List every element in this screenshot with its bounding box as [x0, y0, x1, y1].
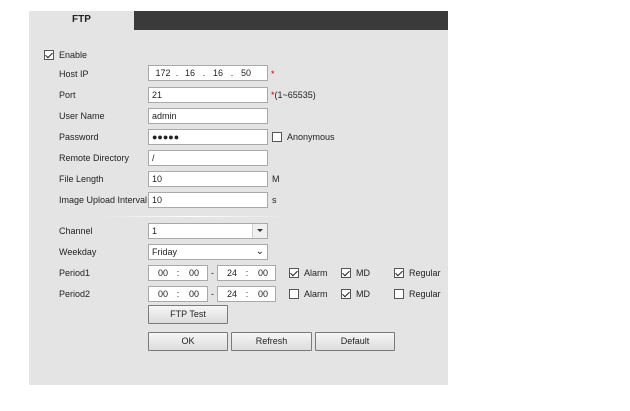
- period1-end-time[interactable]: 24 : 00: [217, 265, 276, 281]
- ftp-test-button[interactable]: FTP Test: [148, 305, 228, 324]
- period2-end-hour[interactable]: 24: [223, 287, 241, 301]
- image-upload-interval-input[interactable]: 10: [148, 192, 268, 208]
- period2-regular-label: Regular: [409, 289, 441, 299]
- channel-label: Channel: [59, 226, 93, 236]
- host-ip-label: Host IP: [59, 69, 89, 79]
- time-colon: :: [245, 268, 249, 278]
- host-ip-required-mark: *: [271, 69, 275, 79]
- anonymous-label: Anonymous: [287, 132, 335, 142]
- default-button[interactable]: Default: [315, 332, 395, 351]
- ip-dot: .: [230, 68, 234, 78]
- chevron-down-icon[interactable]: ⌄: [256, 246, 264, 258]
- channel-select[interactable]: 1: [148, 223, 268, 239]
- enable-checkbox[interactable]: [44, 50, 54, 60]
- period2-end-time[interactable]: 24 : 00: [217, 286, 276, 302]
- host-ip-field[interactable]: 172 . 16 . 16 . 50: [148, 65, 268, 81]
- period1-md-checkbox[interactable]: [341, 268, 351, 278]
- channel-value: 1: [152, 226, 158, 236]
- image-upload-interval-label: Image Upload Interval: [59, 195, 148, 205]
- host-ip-octet-4[interactable]: 50: [237, 66, 255, 80]
- range-separator: -: [211, 289, 214, 299]
- period2-md-checkbox[interactable]: [341, 289, 351, 299]
- user-name-label: User Name: [59, 111, 105, 121]
- password-input[interactable]: ●●●●●: [148, 129, 268, 145]
- section-divider: [100, 216, 286, 217]
- period1-end-minute[interactable]: 00: [254, 266, 272, 280]
- file-length-unit: M: [272, 174, 280, 184]
- file-length-label: File Length: [59, 174, 104, 184]
- period1-regular-checkbox[interactable]: [394, 268, 404, 278]
- period1-start-hour[interactable]: 00: [154, 266, 172, 280]
- period1-md-label: MD: [356, 268, 370, 278]
- ok-button[interactable]: OK: [148, 332, 228, 351]
- tab-ftp[interactable]: FTP: [29, 11, 134, 30]
- remote-directory-label: Remote Directory: [59, 153, 130, 163]
- host-ip-octet-3[interactable]: 16: [209, 66, 227, 80]
- password-label: Password: [59, 132, 99, 142]
- file-length-input[interactable]: 10: [148, 171, 268, 187]
- period2-md-label: MD: [356, 289, 370, 299]
- port-range-hint: *(1~65535): [271, 90, 316, 100]
- image-upload-interval-unit: s: [272, 195, 277, 205]
- refresh-button[interactable]: Refresh: [231, 332, 312, 351]
- period1-label: Period1: [59, 268, 91, 278]
- port-label: Port: [59, 90, 76, 100]
- range-separator: -: [211, 268, 214, 278]
- period1-alarm-checkbox[interactable]: [289, 268, 299, 278]
- period2-start-minute[interactable]: 00: [185, 287, 203, 301]
- weekday-label: Weekday: [59, 247, 97, 257]
- host-ip-octet-1[interactable]: 172: [154, 66, 172, 80]
- port-input[interactable]: 21: [148, 87, 268, 103]
- dropdown-arrow-icon[interactable]: [252, 224, 267, 238]
- ip-dot: .: [175, 68, 179, 78]
- period1-start-time[interactable]: 00 : 00: [148, 265, 208, 281]
- time-colon: :: [245, 289, 249, 299]
- user-name-input[interactable]: admin: [148, 108, 268, 124]
- period2-start-time[interactable]: 00 : 00: [148, 286, 208, 302]
- ip-dot: .: [202, 68, 206, 78]
- period1-end-hour[interactable]: 24: [223, 266, 241, 280]
- host-ip-octet-2[interactable]: 16: [181, 66, 199, 80]
- period1-alarm-label: Alarm: [304, 268, 328, 278]
- enable-label: Enable: [59, 50, 88, 60]
- period2-start-hour[interactable]: 00: [154, 287, 172, 301]
- period2-label: Period2: [59, 289, 91, 299]
- period2-alarm-checkbox[interactable]: [289, 289, 299, 299]
- time-colon: :: [176, 268, 180, 278]
- anonymous-checkbox[interactable]: [272, 132, 282, 142]
- period2-end-minute[interactable]: 00: [254, 287, 272, 301]
- weekday-select[interactable]: Friday ⌄: [148, 244, 268, 260]
- time-colon: :: [176, 289, 180, 299]
- weekday-value: Friday: [152, 247, 178, 257]
- remote-directory-input[interactable]: /: [148, 150, 268, 166]
- period1-regular-label: Regular: [409, 268, 441, 278]
- period2-alarm-label: Alarm: [304, 289, 328, 299]
- period2-regular-checkbox[interactable]: [394, 289, 404, 299]
- period1-start-minute[interactable]: 00: [185, 266, 203, 280]
